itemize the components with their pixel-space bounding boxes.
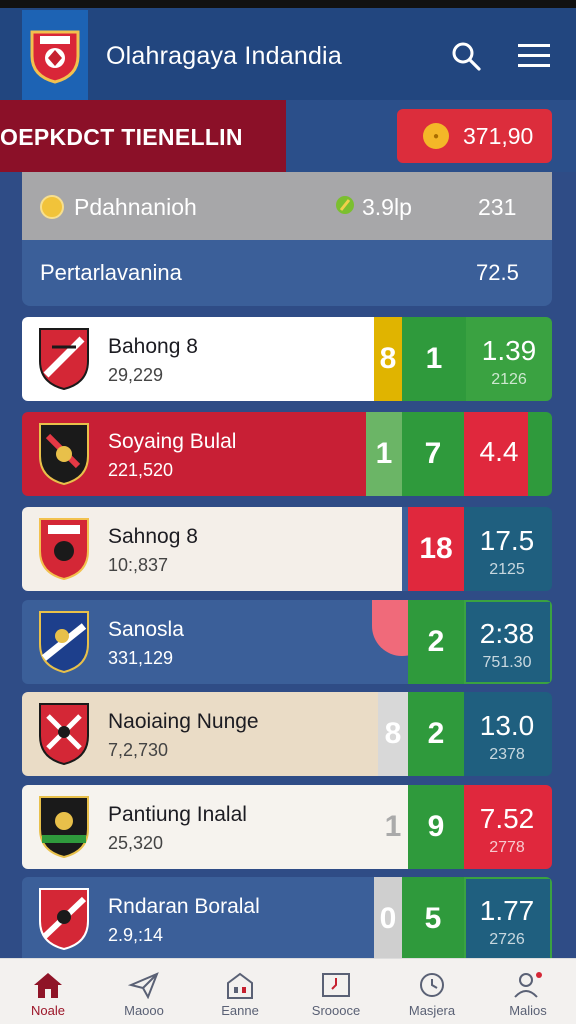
odds-sub: 2126 [491,371,527,388]
odds-value: 2:38 [479,618,535,649]
team-stat: 7,2,730 [108,740,169,760]
building-icon [227,972,253,999]
summary-row-2[interactable]: Pertarlavanina 72.5 [22,240,552,306]
team-name: Naoiaing Nunge [108,710,259,733]
app-logo[interactable] [22,10,88,100]
score-cell-a[interactable]: 8 [374,317,402,401]
banner-title-area: OEPKDCT TIENELLIN [0,100,286,172]
leaf-icon [336,196,354,214]
summary-label-1: Pdahnanioh [74,194,197,220]
match-row[interactable]: Naoiaing Nunge 7,2,730 8 2 13.0 2378 [22,692,552,776]
nav-label: Maooo [124,1003,164,1018]
match-row[interactable]: Sahnog 8 10:,837 18 17.5 2125 [22,507,552,591]
odds-value: 17.5 [479,525,535,556]
score-cell-b[interactable]: 9 [408,785,464,869]
score-cell-a[interactable]: 8 [378,692,408,776]
odds-sub: 2378 [489,746,525,763]
match-row[interactable]: Rndaran Boralal 2.9,:14 0 5 1.77 2726 [22,877,552,959]
odds-value: 1.39 [481,335,537,366]
menu-icon [518,44,550,67]
menu-button[interactable] [514,36,554,76]
team-crest-icon [39,796,89,859]
summary-right-value-1: 231 [478,194,517,220]
nav-label: Sroooce [311,1003,361,1018]
clock-icon [420,973,444,997]
home-icon [34,973,62,998]
team-crest-icon [39,423,89,486]
odds-sub: 2726 [489,931,525,948]
team-stat: 29,229 [108,365,164,385]
team-crest-icon [39,328,89,391]
score-cell-b[interactable]: 2 [408,600,464,684]
banner-title: OEPKDCT TIENELLIN [0,124,243,150]
team-name: Sanosla [108,618,184,641]
team-stat: 10:,837 [108,555,169,575]
team-name: Rndaran Boralal [108,895,260,918]
team-name: Sahnog 8 [108,525,198,548]
team-crest-icon [39,518,89,581]
score-cell-a[interactable]: 0 [374,877,402,959]
score-cell-b[interactable]: 18 [408,507,464,591]
team-stat: 221,520 [108,460,174,480]
odds-sub: 2125 [489,561,525,578]
team-crest-icon [39,611,89,674]
score-cell-b[interactable]: 2 [408,692,464,776]
app-title: Olahragaya Indandia [106,42,342,70]
odds-sub: 2778 [489,839,525,856]
score-cell-a[interactable]: 1 [378,785,408,869]
match-row[interactable]: Sanosla 331,129 2 2:38 751.30 [22,600,552,684]
nav-item-messages[interactable]: Maooo [96,959,192,1024]
team-stat: 331,129 [108,648,174,668]
paper-plane-icon [128,972,159,999]
match-row[interactable]: Pantiung Inalal 25,320 1 9 7.52 2778 [22,785,552,869]
summary-row-1[interactable]: Pdahnanioh 3.9lp 231 [22,172,552,240]
user-icon [514,972,542,998]
odds-sub: 751.30 [482,654,532,671]
match-row[interactable]: Bahong 8 29,229 8 1 1.39 2126 [22,317,552,401]
crest-logo-icon [30,30,80,84]
score-cell-b[interactable]: 7 [402,412,464,496]
coin-icon [40,195,64,219]
balance-badge[interactable]: ● 371,90 [397,109,552,163]
match-row[interactable]: Soyaing Bulal 221,520 1 7 4.4 [22,412,552,496]
odds-value: 7.52 [479,803,535,834]
coin-icon: ● [423,123,449,149]
team-crest-icon [39,888,89,951]
nav-label: Malios [509,1003,547,1018]
nav-label: Eanne [221,1003,259,1018]
score-cell-b[interactable]: 1 [402,317,466,401]
summary-label-2: Pertarlavanina [40,260,182,285]
odds-value: 1.77 [479,895,535,926]
score-cell-b[interactable]: 5 [402,877,464,959]
team-name: Bahong 8 [108,335,198,358]
summary-right-value-2: 72.5 [476,260,519,285]
nav-item-scores[interactable]: Sroooce [288,959,384,1024]
promo-banner: OEPKDCT TIENELLIN ● 371,90 [0,100,576,172]
summary-card: Pdahnanioh 3.9lp 231 Pertarlavanina 72.5 [22,172,552,306]
nav-label: Noale [31,1003,65,1018]
team-name: Pantiung Inalal [108,803,247,826]
scoreboard-icon [322,973,350,997]
team-stat: 25,320 [108,833,164,853]
nav-item-profile[interactable]: Malios [480,959,576,1024]
score-cell-a[interactable]: 1 [366,412,402,496]
nav-item-schedule[interactable]: Masjera [384,959,480,1024]
team-stat: 2.9,:14 [108,925,164,945]
summary-mid-value: 3.9lp [362,194,412,220]
balance-value: 371,90 [463,122,534,149]
search-icon [452,42,481,71]
top-app-bar: Olahragaya Indandia [0,0,576,100]
team-crest-icon [39,703,89,766]
odds-value: 4.4 [479,436,519,467]
nav-item-home[interactable]: Noale [0,959,96,1024]
nav-item-arena[interactable]: Eanne [192,959,288,1024]
odds-value: 13.0 [479,710,535,741]
bottom-navigation: Noale Maooo Eanne Sroooce Masjera Malios [0,958,576,1024]
team-name: Soyaing Bulal [108,430,237,453]
search-button[interactable] [446,36,486,76]
nav-label: Masjera [408,1003,456,1018]
